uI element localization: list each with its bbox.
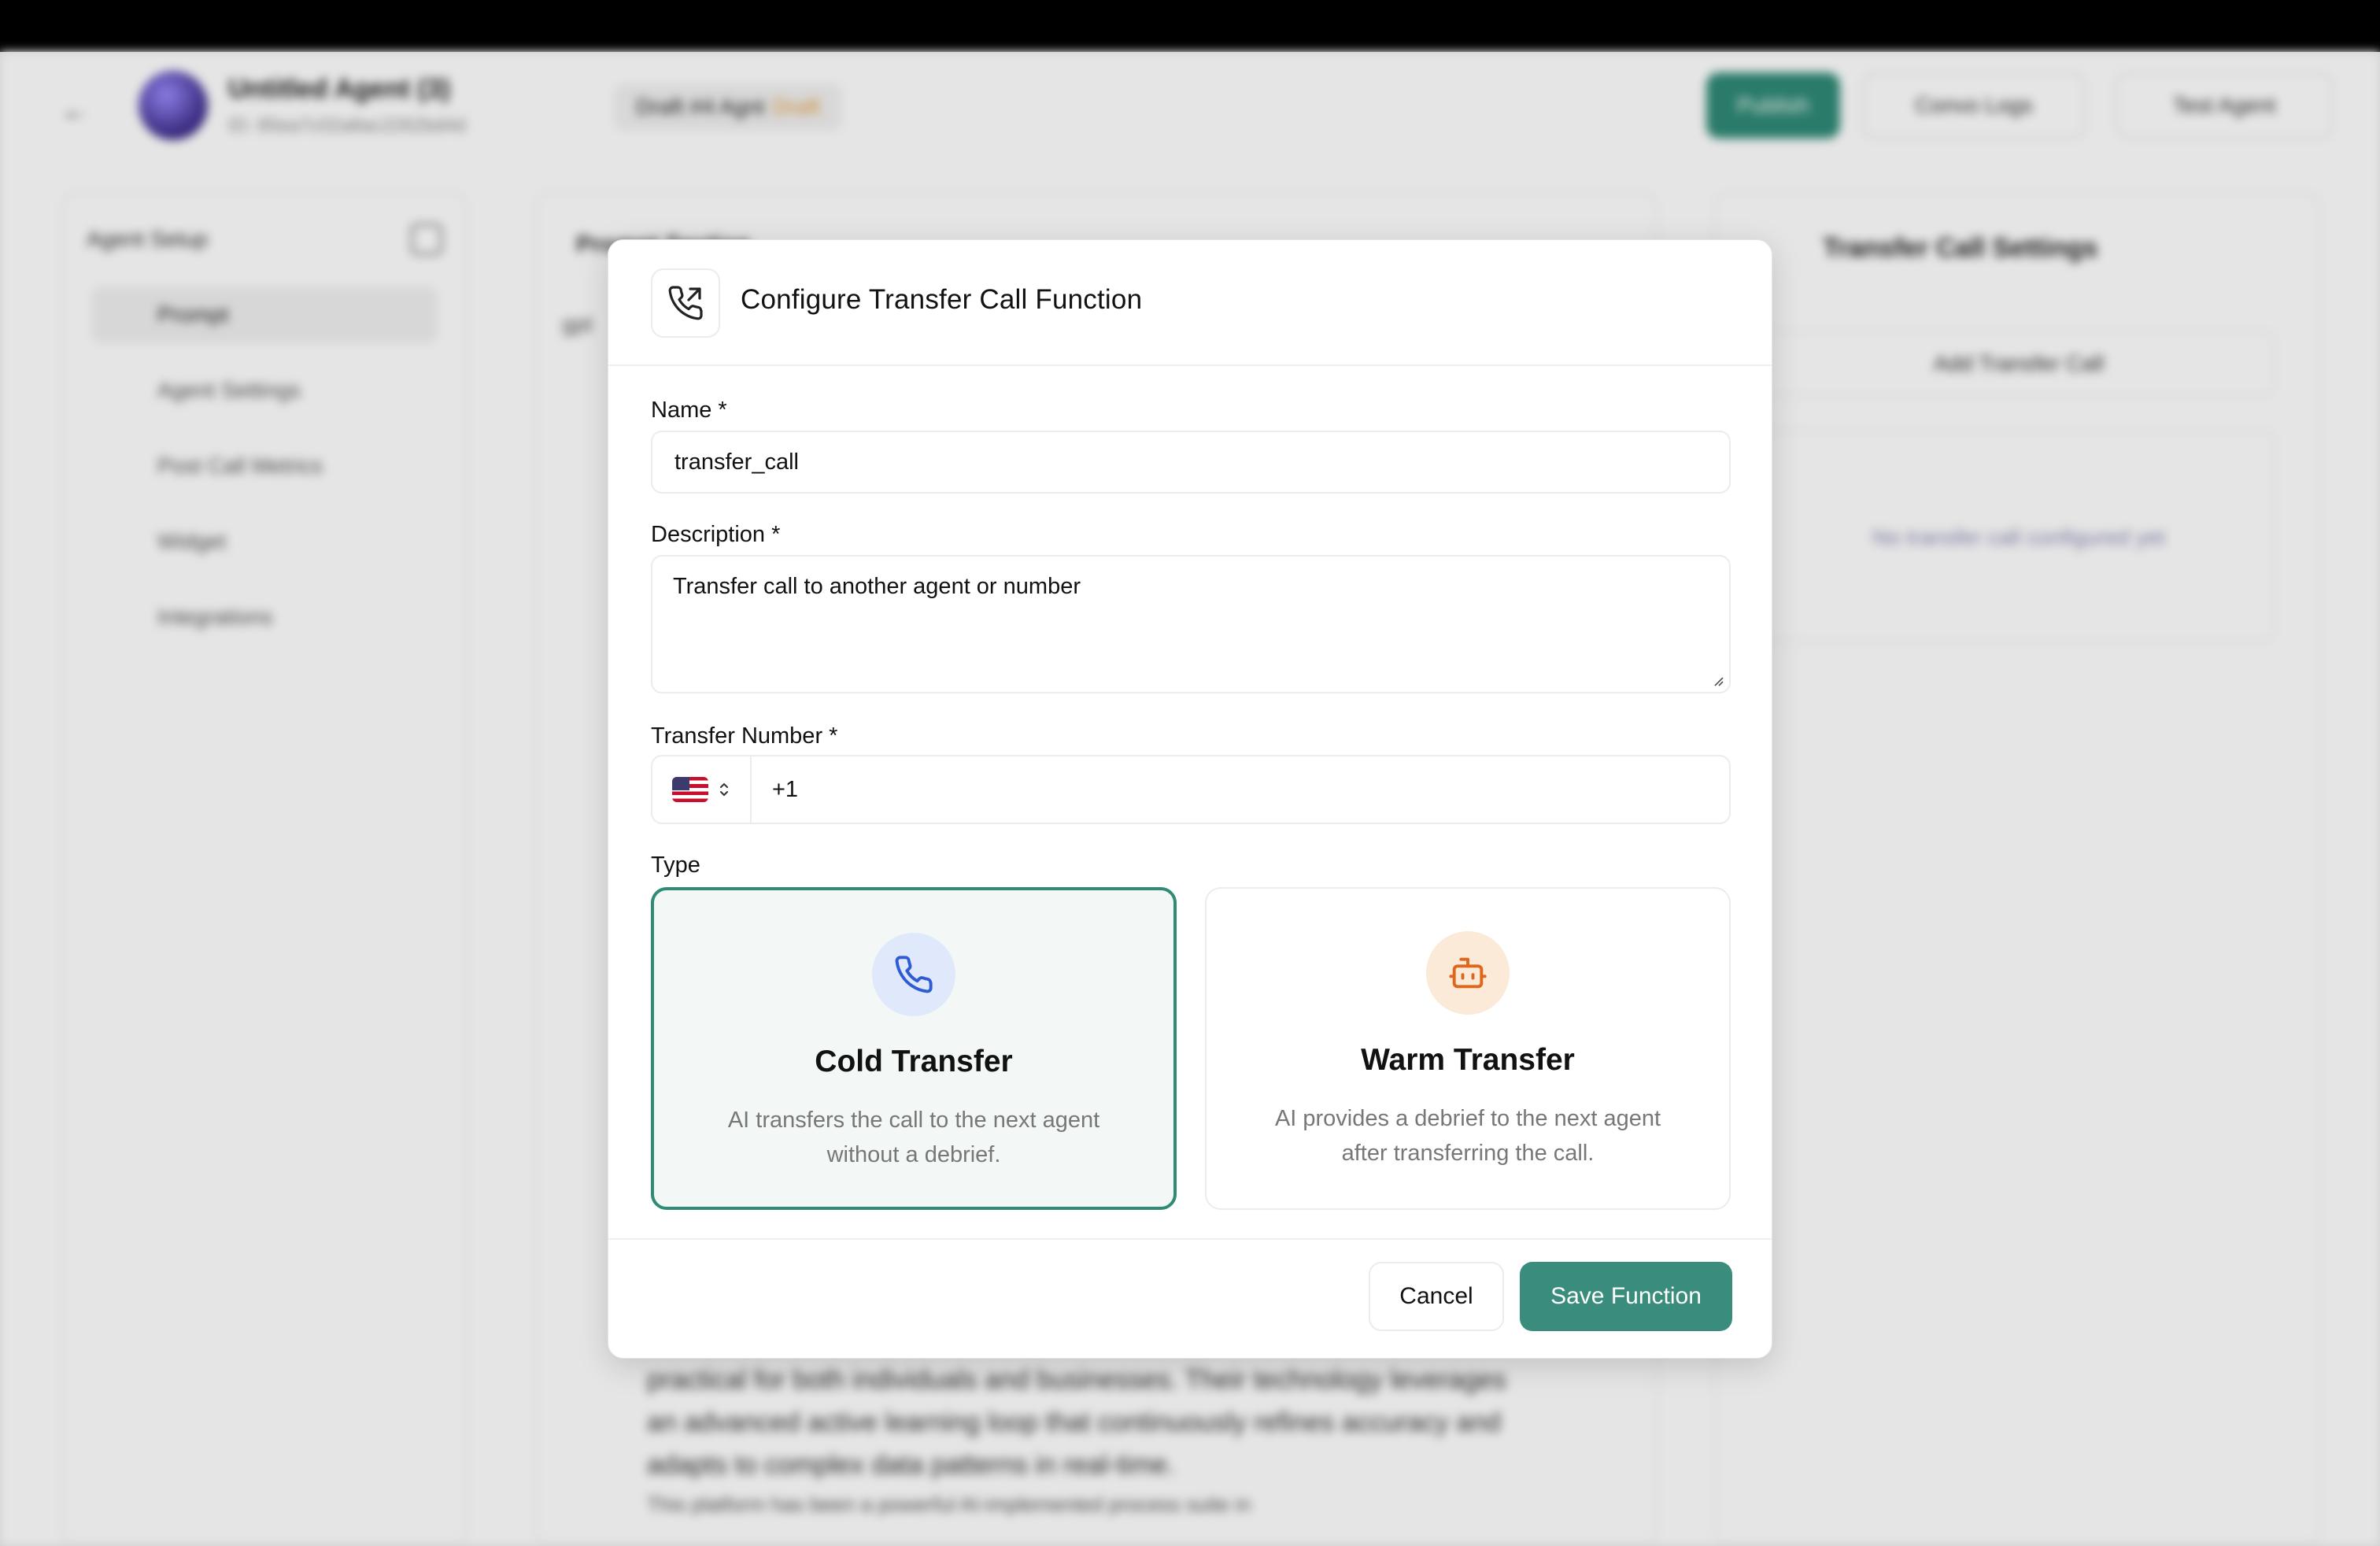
cold-transfer-option[interactable]: Cold Transfer AI transfers the call to t…	[651, 887, 1177, 1210]
us-flag-icon	[672, 777, 708, 802]
chevron-up-down-icon	[720, 783, 728, 796]
dialog-footer: Cancel Save Function	[608, 1238, 1772, 1359]
cancel-button[interactable]: Cancel	[1369, 1262, 1504, 1331]
warm-transfer-option[interactable]: Warm Transfer AI provides a debrief to t…	[1205, 887, 1731, 1210]
phone-forward-icon	[651, 268, 720, 338]
configure-transfer-call-dialog: Configure Transfer Call Function Name * …	[608, 239, 1772, 1359]
phone-number-input[interactable]: +1	[772, 756, 798, 823]
name-label: Name *	[651, 398, 727, 423]
warm-transfer-description: AI provides a debrief to the next agent …	[1274, 1106, 1661, 1166]
phone-icon	[872, 933, 955, 1016]
country-code-select[interactable]	[652, 756, 752, 823]
system-top-bar	[0, 0, 2380, 52]
dialog-title: Configure Transfer Call Function	[741, 284, 1143, 315]
description-value: Transfer call to another agent or number	[673, 574, 1081, 599]
save-function-button[interactable]: Save Function	[1520, 1262, 1732, 1331]
transfer-number-label: Transfer Number *	[651, 723, 838, 749]
warm-transfer-title: Warm Transfer	[1361, 1043, 1575, 1077]
cold-transfer-description: AI transfers the call to the next agent …	[727, 1108, 1100, 1167]
transfer-number-field: +1	[651, 755, 1731, 824]
name-input[interactable]: transfer_call	[651, 431, 1731, 494]
cold-transfer-title: Cold Transfer	[815, 1045, 1013, 1078]
resize-handle-icon[interactable]	[1712, 675, 1724, 687]
bot-icon	[1426, 931, 1510, 1015]
description-label: Description *	[651, 522, 781, 547]
description-textarea[interactable]: Transfer call to another agent or number	[651, 555, 1731, 693]
dialog-header: Configure Transfer Call Function	[608, 240, 1772, 366]
type-label: Type	[651, 853, 700, 878]
